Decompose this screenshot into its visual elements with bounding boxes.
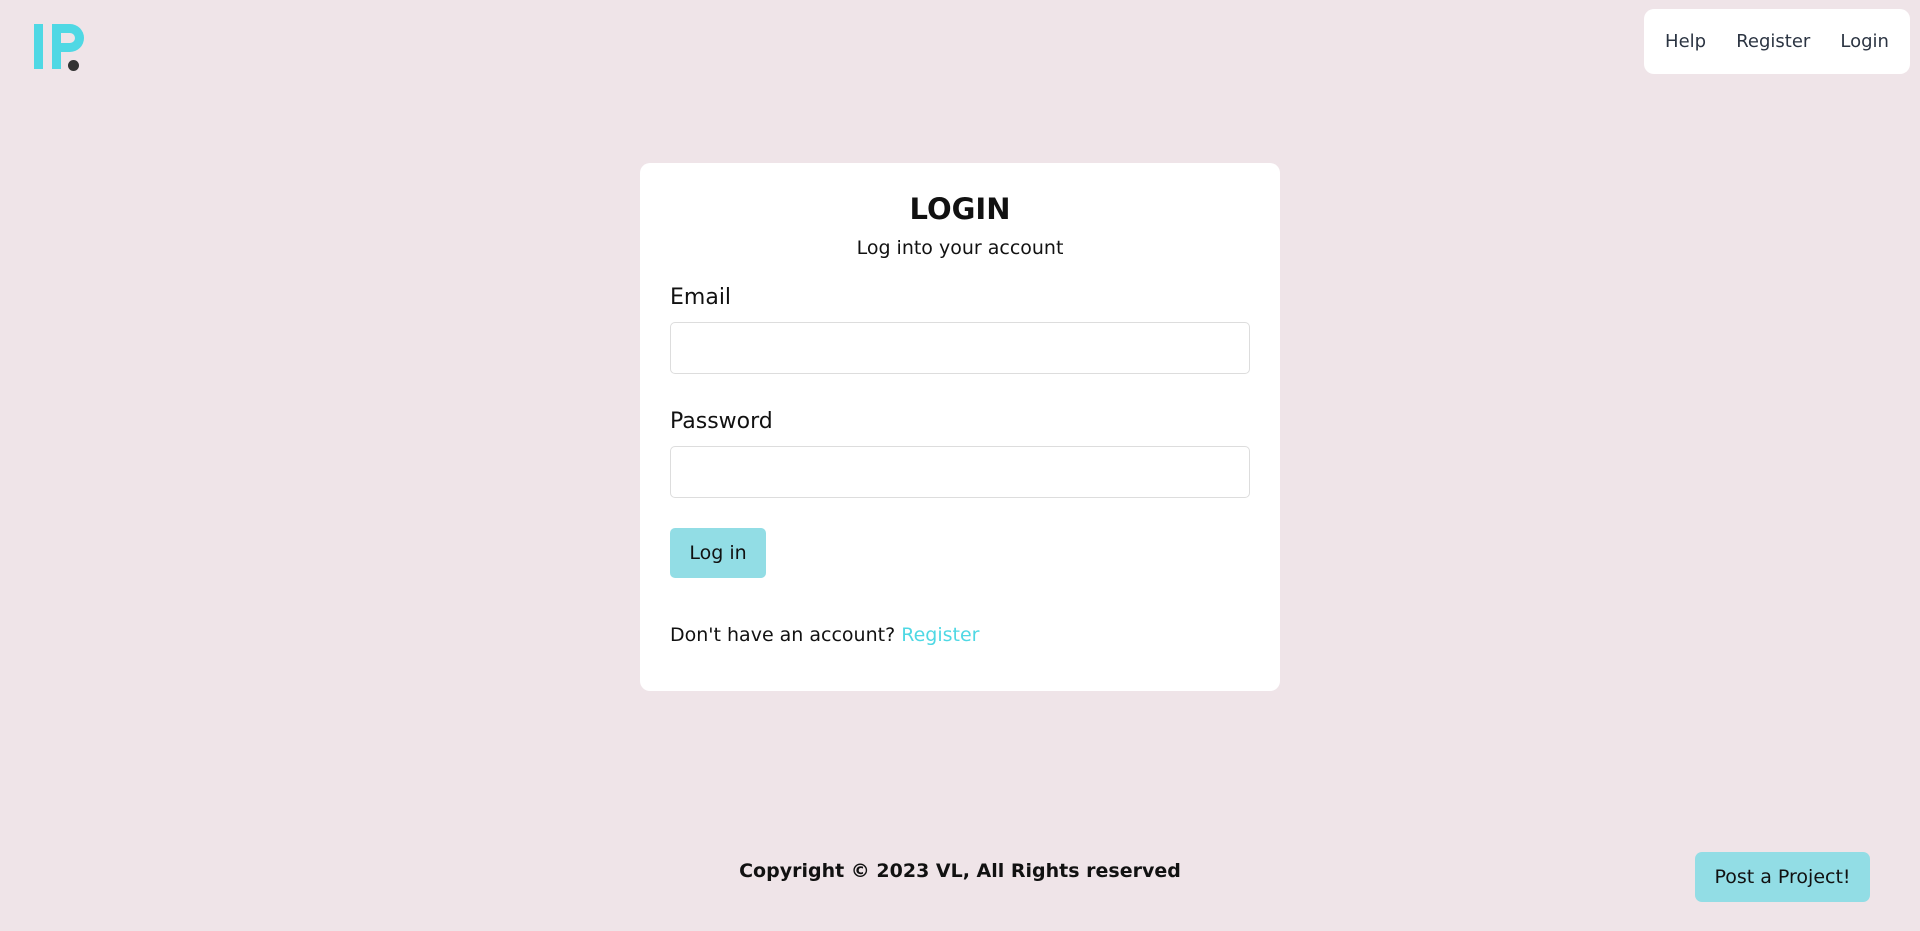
logo[interactable]	[32, 20, 94, 74]
nav-help-link[interactable]: Help	[1665, 31, 1706, 52]
email-field[interactable]	[670, 321, 1250, 374]
login-card: LOGIN Log into your account Email Passwo…	[640, 163, 1280, 691]
nav-login-link[interactable]: Login	[1840, 31, 1889, 52]
email-label: Email	[670, 284, 732, 310]
register-prompt: Don't have an account? Register	[670, 624, 1250, 646]
logo-letter-p-bowl	[52, 24, 84, 52]
logo-dot	[68, 60, 79, 71]
password-label: Password	[670, 408, 773, 434]
login-title: LOGIN	[909, 192, 1011, 226]
top-nav: Help Register Login	[1644, 9, 1910, 74]
no-account-text: Don't have an account?	[670, 623, 902, 646]
password-field[interactable]	[670, 445, 1250, 498]
post-project-button[interactable]: Post a Project!	[1695, 852, 1870, 902]
login-button[interactable]: Log in	[670, 527, 766, 578]
footer-copyright: Copyright © 2023 VL, All Rights reserved	[739, 860, 1181, 882]
logo-letter-i	[34, 24, 43, 69]
register-link[interactable]: Register	[901, 624, 979, 646]
login-subtitle: Log into your account	[856, 236, 1064, 259]
nav-register-link[interactable]: Register	[1736, 31, 1810, 52]
